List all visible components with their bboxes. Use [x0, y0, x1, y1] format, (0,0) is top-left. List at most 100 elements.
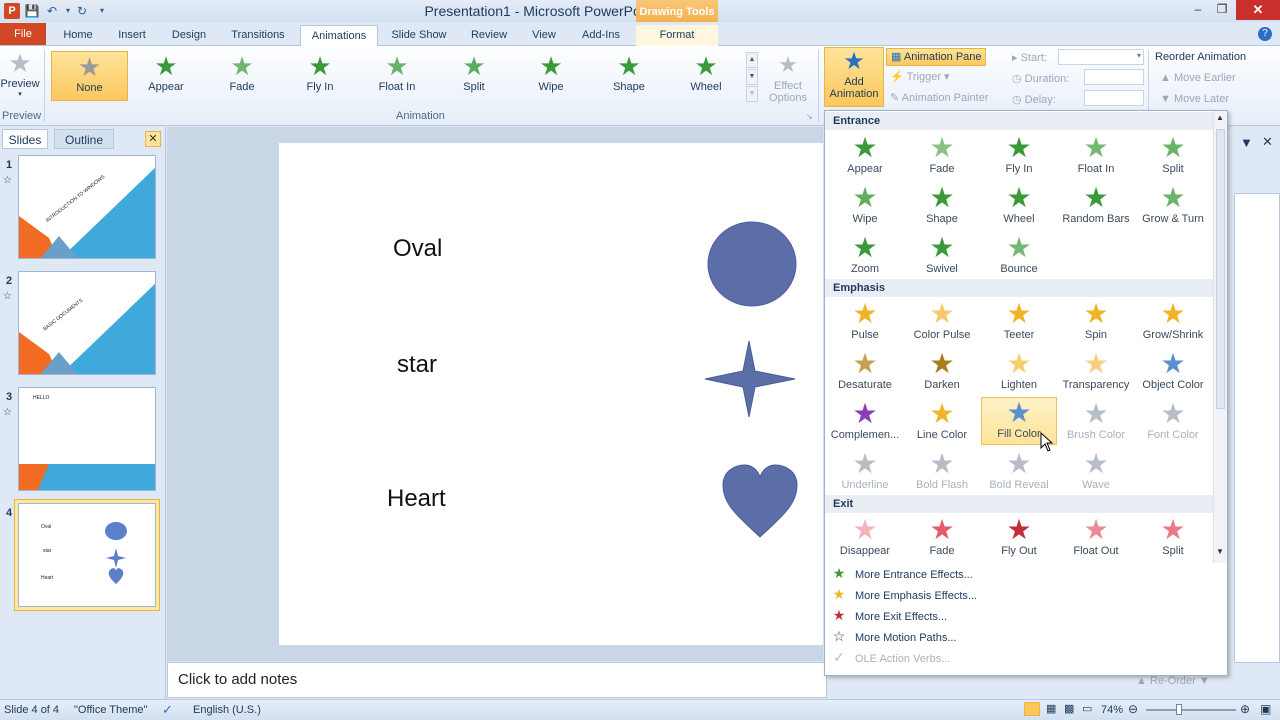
effect-exit-fade[interactable]: ★ Fade — [904, 515, 980, 563]
gallery-fly-in[interactable]: ★ Fly In — [284, 51, 356, 101]
add-animation-button[interactable]: ★ Add Animation — [824, 47, 884, 107]
effect-random-bars[interactable]: ★ Random Bars — [1058, 183, 1134, 231]
effect-underline[interactable]: ★ Underline — [827, 449, 903, 497]
effect-exit-split[interactable]: ★ Split — [1135, 515, 1211, 563]
effect-shape[interactable]: ★ Shape — [904, 183, 980, 231]
effect-wave[interactable]: ★ Wave — [1058, 449, 1134, 497]
move-earlier-button[interactable]: ▲ Move Earlier — [1160, 72, 1236, 84]
effect-disappear[interactable]: ★ Disappear — [827, 515, 903, 563]
tab-view[interactable]: View — [524, 25, 564, 46]
effect-wipe[interactable]: ★ Wipe — [827, 183, 903, 231]
notes-pane[interactable]: Click to add notes — [167, 662, 827, 698]
spelling-check-icon[interactable]: ✓ — [162, 702, 173, 718]
gallery-wipe[interactable]: ★ Wipe — [515, 51, 587, 101]
zoom-slider[interactable] — [1146, 709, 1236, 711]
oval-shape[interactable] — [703, 219, 799, 311]
effect-zoom[interactable]: ★ Zoom — [827, 233, 903, 281]
effect-object-color[interactable]: ★ Object Color — [1135, 349, 1211, 397]
slide-show-view-icon[interactable]: ▭ — [1082, 702, 1092, 715]
slide-thumbnail-2[interactable]: BASIC DOCUMENTS — [18, 271, 156, 375]
tab-review[interactable]: Review — [462, 25, 516, 46]
effect-color-pulse[interactable]: ★ Color Pulse — [904, 299, 980, 347]
effect-desaturate[interactable]: ★ Desaturate — [827, 349, 903, 397]
scroll-up-icon[interactable]: ▲ — [1216, 113, 1224, 122]
effect-fly-out[interactable]: ★ Fly Out — [981, 515, 1057, 563]
effect-split[interactable]: ★ Split — [1135, 133, 1211, 181]
effect-lighten[interactable]: ★ Lighten — [981, 349, 1057, 397]
more-motion-paths[interactable]: ☆ More Motion Paths... — [829, 626, 1209, 646]
language[interactable]: English (U.S.) — [193, 704, 261, 716]
effect-fade[interactable]: ★ Fade — [904, 133, 980, 181]
slide-thumbnail-1[interactable]: INTRODUCTION TO WINDOWS — [18, 155, 156, 259]
effect-wheel[interactable]: ★ Wheel — [981, 183, 1057, 231]
effect-bold-reveal[interactable]: ★ Bold Reveal — [981, 449, 1057, 497]
slide-label-oval[interactable]: Oval — [393, 235, 442, 263]
slide-thumbnail-3[interactable]: HELLO — [18, 387, 156, 491]
gallery-shape[interactable]: ★ Shape — [593, 51, 665, 101]
fit-to-window-icon[interactable]: ▣ — [1260, 702, 1271, 716]
slide-label-heart[interactable]: Heart — [387, 485, 446, 513]
more-entrance-effects[interactable]: ★ More Entrance Effects... — [829, 563, 1209, 583]
slide-canvas[interactable]: Oval star Heart — [279, 143, 823, 645]
gallery-wheel[interactable]: ★ Wheel — [670, 51, 742, 101]
gallery-float-in[interactable]: ★ Float In — [361, 51, 433, 101]
zoom-out-icon[interactable]: ⊖ — [1128, 702, 1138, 716]
effect-bold-flash[interactable]: ★ Bold Flash — [904, 449, 980, 497]
move-later-button[interactable]: ▼ Move Later — [1160, 93, 1229, 105]
effect-grow-shrink[interactable]: ★ Grow/Shrink — [1135, 299, 1211, 347]
gallery-more[interactable]: ▿ — [746, 86, 758, 102]
tab-outline[interactable]: Outline — [54, 129, 114, 149]
animation-pane-button[interactable]: ▦ Animation Pane — [886, 48, 986, 66]
animation-dialog-launcher[interactable]: ↘ — [806, 112, 813, 121]
tab-design[interactable]: Design — [164, 25, 214, 46]
pane-close-icon[interactable]: ✕ — [1262, 134, 1273, 150]
effect-spin[interactable]: ★ Spin — [1058, 299, 1134, 347]
tab-insert[interactable]: Insert — [110, 25, 154, 46]
zoom-in-icon[interactable]: ⊕ — [1240, 702, 1250, 716]
effect-fly-in[interactable]: ★ Fly In — [981, 133, 1057, 181]
duration-spinner[interactable] — [1084, 69, 1144, 85]
tab-add-ins[interactable]: Add-Ins — [574, 25, 628, 46]
effect-appear[interactable]: ★ Appear — [827, 133, 903, 181]
zoom-slider-thumb[interactable] — [1176, 704, 1182, 715]
tab-animations[interactable]: Animations — [300, 25, 378, 46]
effect-brush-color[interactable]: ★ Brush Color — [1058, 399, 1134, 447]
tab-file[interactable]: File — [0, 23, 46, 45]
effect-transparency[interactable]: ★ Transparency — [1058, 349, 1134, 397]
delay-spinner[interactable] — [1084, 90, 1144, 106]
zoom-level[interactable]: 74% — [1101, 704, 1123, 716]
scroll-down-icon[interactable]: ▼ — [1216, 547, 1224, 556]
effect-pulse[interactable]: ★ Pulse — [827, 299, 903, 347]
effect-line-color[interactable]: ★ Line Color — [904, 399, 980, 447]
gallery-scroll-up[interactable]: ▲ — [746, 52, 758, 68]
effect-bounce[interactable]: ★ Bounce — [981, 233, 1057, 281]
effect-darken[interactable]: ★ Darken — [904, 349, 980, 397]
effect-options-button[interactable]: ★ Effect Options — [762, 50, 814, 108]
pane-options-icon[interactable]: ▼ — [1240, 135, 1253, 150]
more-emphasis-effects[interactable]: ★ More Emphasis Effects... — [829, 584, 1209, 604]
effect-complementary-color[interactable]: ★ Complemen... — [827, 399, 903, 447]
start-select[interactable]: ▾ — [1058, 49, 1144, 65]
effect-swivel[interactable]: ★ Swivel — [904, 233, 980, 281]
more-exit-effects[interactable]: ★ More Exit Effects... — [829, 605, 1209, 625]
tab-slides[interactable]: Slides — [2, 129, 48, 149]
tab-format[interactable]: Format — [636, 25, 718, 46]
tab-slide-show[interactable]: Slide Show — [386, 25, 452, 46]
star-shape[interactable] — [703, 337, 799, 421]
normal-view-icon[interactable] — [1024, 702, 1040, 716]
effect-grow-and-turn[interactable]: ★ Grow & Turn — [1135, 183, 1211, 231]
effect-teeter[interactable]: ★ Teeter — [981, 299, 1057, 347]
slide-label-star[interactable]: star — [397, 351, 437, 379]
close-button[interactable]: ✕ — [1236, 0, 1280, 20]
theme-name[interactable]: "Office Theme" — [74, 704, 147, 716]
dropdown-scrollbar[interactable]: ▲ ▼ — [1213, 111, 1227, 563]
effect-float-out[interactable]: ★ Float Out — [1058, 515, 1134, 563]
trigger-button[interactable]: ⚡ Trigger ▾ — [890, 70, 950, 83]
gallery-appear[interactable]: ★ Appear — [130, 51, 202, 101]
animation-painter-button[interactable]: ✎ Animation Painter — [890, 91, 989, 104]
restore-button[interactable]: ❐ — [1208, 0, 1236, 20]
gallery-scroll-down[interactable]: ▼ — [746, 69, 758, 85]
gallery-fade[interactable]: ★ Fade — [206, 51, 278, 101]
effect-font-color[interactable]: ★ Font Color — [1135, 399, 1211, 447]
ole-action-verbs[interactable]: ✓ OLE Action Verbs... — [829, 647, 1209, 667]
